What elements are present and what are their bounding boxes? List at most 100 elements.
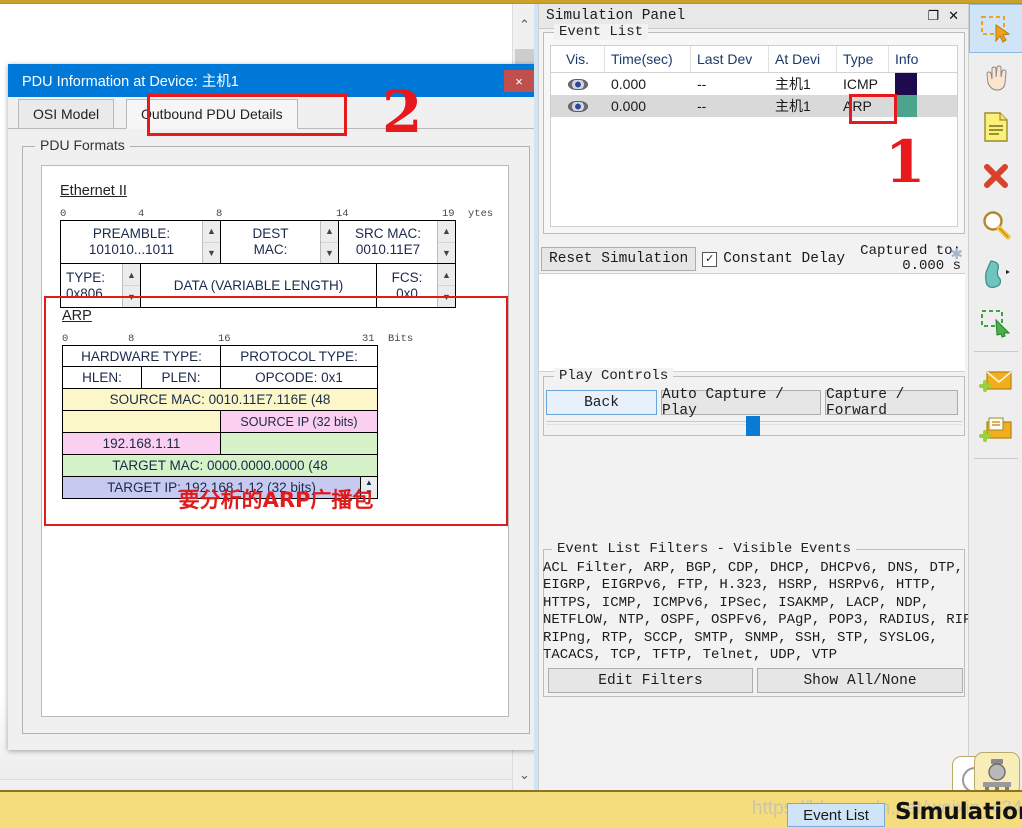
arp-row-source-ip-label: SOURCE IP (32 bits) bbox=[62, 411, 454, 433]
simulation-panel: Simulation Panel ❐ ✕ Event List Vis. Tim… bbox=[538, 4, 980, 794]
field-fcs-label: FCS: bbox=[391, 269, 423, 285]
field-protocol-type[interactable]: PROTOCOL TYPE: bbox=[220, 345, 378, 367]
field-source-ip-label[interactable]: SOURCE IP (32 bits) bbox=[220, 411, 378, 433]
select-tool-button[interactable] bbox=[969, 4, 1022, 53]
time-cell: 0.000 bbox=[611, 98, 647, 114]
preamble-spinner[interactable]: ▲ ▼ bbox=[202, 221, 220, 263]
field-preamble-value: 101010...1011 bbox=[88, 242, 175, 257]
table-row[interactable]: 0.000 -- 主机1 ICMP bbox=[551, 73, 957, 95]
event-list-header: Vis. Time(sec) Last Dev At Devi Type Inf… bbox=[551, 46, 957, 73]
scrollbar-thumb[interactable] bbox=[515, 49, 534, 65]
scroll-down-icon[interactable]: ⌄ bbox=[513, 764, 536, 786]
ethernet-ii-block: Ethernet II 0 4 8 14 19 ytes PREAMBLE: 1… bbox=[60, 183, 493, 308]
arp-tick-0: 0 bbox=[62, 333, 69, 345]
ruler-unit-label: ytes bbox=[468, 208, 494, 220]
arp-block: ARP 0 8 16 31 Bits HARDWARE TYPE: PROTOC… bbox=[62, 308, 454, 499]
auto-capture-play-button[interactable]: Auto Capture / Play bbox=[661, 387, 821, 419]
show-all-none-button[interactable]: Show All/None bbox=[757, 668, 963, 693]
dest-mac-spinner[interactable]: ▲ ▼ bbox=[320, 221, 338, 263]
event-list-tab-button[interactable]: Event List bbox=[787, 803, 885, 827]
capture-forward-button[interactable]: Capture / Forward bbox=[825, 387, 958, 419]
back-button[interactable]: Back bbox=[546, 390, 657, 415]
field-source-ip-value[interactable]: 192.168.1.11 bbox=[62, 433, 220, 455]
field-src-mac[interactable]: SRC MAC: 0010.11E7 ▲ ▼ bbox=[338, 220, 456, 264]
arp-row-len: HLEN: PLEN: OPCODE: 0x1 bbox=[62, 367, 454, 389]
column-header-time[interactable]: Time(sec) bbox=[605, 46, 691, 72]
field-hlen[interactable]: HLEN: bbox=[62, 367, 141, 389]
eye-icon[interactable] bbox=[568, 100, 588, 112]
draw-shape-tool-button[interactable] bbox=[969, 249, 1022, 298]
scroll-up-icon[interactable]: ⌃ bbox=[513, 14, 536, 36]
pdu-formats-canvas: Ethernet II 0 4 8 14 19 ytes PREAMBLE: 1… bbox=[41, 165, 509, 717]
envelope-plus-icon bbox=[979, 370, 1012, 392]
field-type-label: TYPE: bbox=[66, 269, 106, 285]
dialog-title-text: PDU Information at Device: 主机1 bbox=[22, 74, 239, 90]
field-src-mac-label: SRC MAC: bbox=[354, 226, 421, 241]
visibility-cell[interactable] bbox=[551, 78, 605, 90]
column-header-type[interactable]: Type bbox=[837, 46, 889, 72]
column-header-last-dev[interactable]: Last Dev bbox=[691, 46, 769, 72]
resize-select-icon bbox=[981, 309, 1011, 338]
field-plen[interactable]: PLEN: bbox=[141, 367, 220, 389]
column-header-at-device[interactable]: At Devi bbox=[769, 46, 837, 72]
info-cell[interactable] bbox=[889, 95, 951, 117]
column-header-vis[interactable]: Vis. bbox=[551, 46, 605, 72]
delete-tool-button[interactable] bbox=[969, 151, 1022, 200]
close-icon[interactable]: ✕ bbox=[948, 9, 959, 24]
arp-row-source-mac: SOURCE MAC: 0010.11E7.116E (48 bbox=[62, 389, 454, 411]
restore-icon[interactable]: ❐ bbox=[927, 9, 939, 24]
right-tool-palette bbox=[968, 4, 1022, 790]
field-target-mac[interactable]: TARGET MAC: 0000.0000.0000 (48 bbox=[62, 455, 378, 477]
select-rectangle-icon bbox=[981, 15, 1011, 43]
source-mac-overflow bbox=[62, 411, 220, 433]
tab-osi-model[interactable]: OSI Model bbox=[18, 99, 115, 129]
ruler-tick-19: 19 bbox=[442, 208, 455, 220]
event-list-filters-group: Event List Filters - Visible Events ACL … bbox=[543, 541, 980, 697]
last-device-cell: -- bbox=[697, 76, 707, 92]
dialog-title-bar: PDU Information at Device: 主机1 × bbox=[8, 64, 542, 97]
close-icon[interactable]: × bbox=[504, 70, 534, 92]
panel-bottom-filler bbox=[539, 699, 965, 794]
reset-simulation-button[interactable]: Reset Simulation bbox=[541, 247, 697, 271]
play-speed-slider-thumb[interactable] bbox=[746, 416, 760, 436]
filter-buttons: Edit Filters Show All/None bbox=[548, 668, 963, 693]
constant-delay-checkbox-group[interactable]: ✓ Constant Delay bbox=[702, 251, 845, 267]
note-tool-button[interactable] bbox=[969, 102, 1022, 151]
visibility-cell[interactable] bbox=[551, 100, 605, 112]
blob-shape-icon bbox=[985, 259, 1010, 288]
field-hardware-type[interactable]: HARDWARE TYPE: bbox=[62, 345, 220, 367]
at-device-cell: 主机1 bbox=[775, 98, 811, 114]
arp-row-hw: HARDWARE TYPE: PROTOCOL TYPE: bbox=[62, 345, 454, 367]
ethernet-row-1: PREAMBLE: 101010...1011 ▲ ▼ DEST MAC: ▲ ▼ … bbox=[60, 220, 480, 264]
add-simple-pdu-button[interactable] bbox=[969, 356, 1022, 405]
field-source-mac[interactable]: SOURCE MAC: 0010.11E7.116E (48 bbox=[62, 389, 378, 411]
visible-events-text: ACL Filter, ARP, BGP, CDP, DHCP, DHCPv6,… bbox=[543, 560, 980, 664]
hand-move-tool-button[interactable] bbox=[969, 53, 1022, 102]
resize-shape-tool-button[interactable] bbox=[969, 298, 1022, 347]
field-preamble[interactable]: PREAMBLE: 101010...1011 ▲ ▼ bbox=[60, 220, 220, 264]
captured-to-readout: Captured to: 0.000 s ✱ bbox=[860, 244, 965, 274]
inspect-tool-button[interactable] bbox=[969, 200, 1022, 249]
field-dest-mac-label: DEST bbox=[252, 226, 289, 241]
info-cell[interactable] bbox=[889, 73, 951, 95]
arp-tick-16: 16 bbox=[218, 333, 231, 345]
src-mac-spinner[interactable]: ▲ ▼ bbox=[437, 221, 455, 263]
hand-icon bbox=[986, 64, 1007, 91]
magnifier-icon bbox=[983, 210, 1011, 239]
time-cell: 0.000 bbox=[611, 76, 647, 92]
constant-delay-label: Constant Delay bbox=[723, 251, 846, 267]
pdu-information-dialog: PDU Information at Device: 主机1 × OSI Mod… bbox=[8, 64, 542, 750]
add-complex-pdu-button[interactable] bbox=[969, 405, 1022, 454]
eye-icon[interactable] bbox=[568, 78, 588, 90]
field-dest-mac[interactable]: DEST MAC: ▲ ▼ bbox=[220, 220, 338, 264]
packet-color-swatch bbox=[895, 73, 917, 95]
field-opcode[interactable]: OPCODE: 0x1 bbox=[220, 367, 378, 389]
arp-row-source-ip-value: 192.168.1.11 bbox=[62, 433, 454, 455]
ruler-tick-0: 0 bbox=[60, 208, 67, 220]
field-preamble-label: PREAMBLE: bbox=[92, 226, 171, 241]
column-header-info[interactable]: Info bbox=[889, 46, 951, 72]
edit-filters-button[interactable]: Edit Filters bbox=[548, 668, 753, 693]
event-list-filters-label: Event List Filters - Visible Events bbox=[552, 541, 857, 557]
event-list-label: Event List bbox=[554, 24, 649, 40]
constant-delay-checkbox[interactable]: ✓ bbox=[702, 251, 718, 267]
